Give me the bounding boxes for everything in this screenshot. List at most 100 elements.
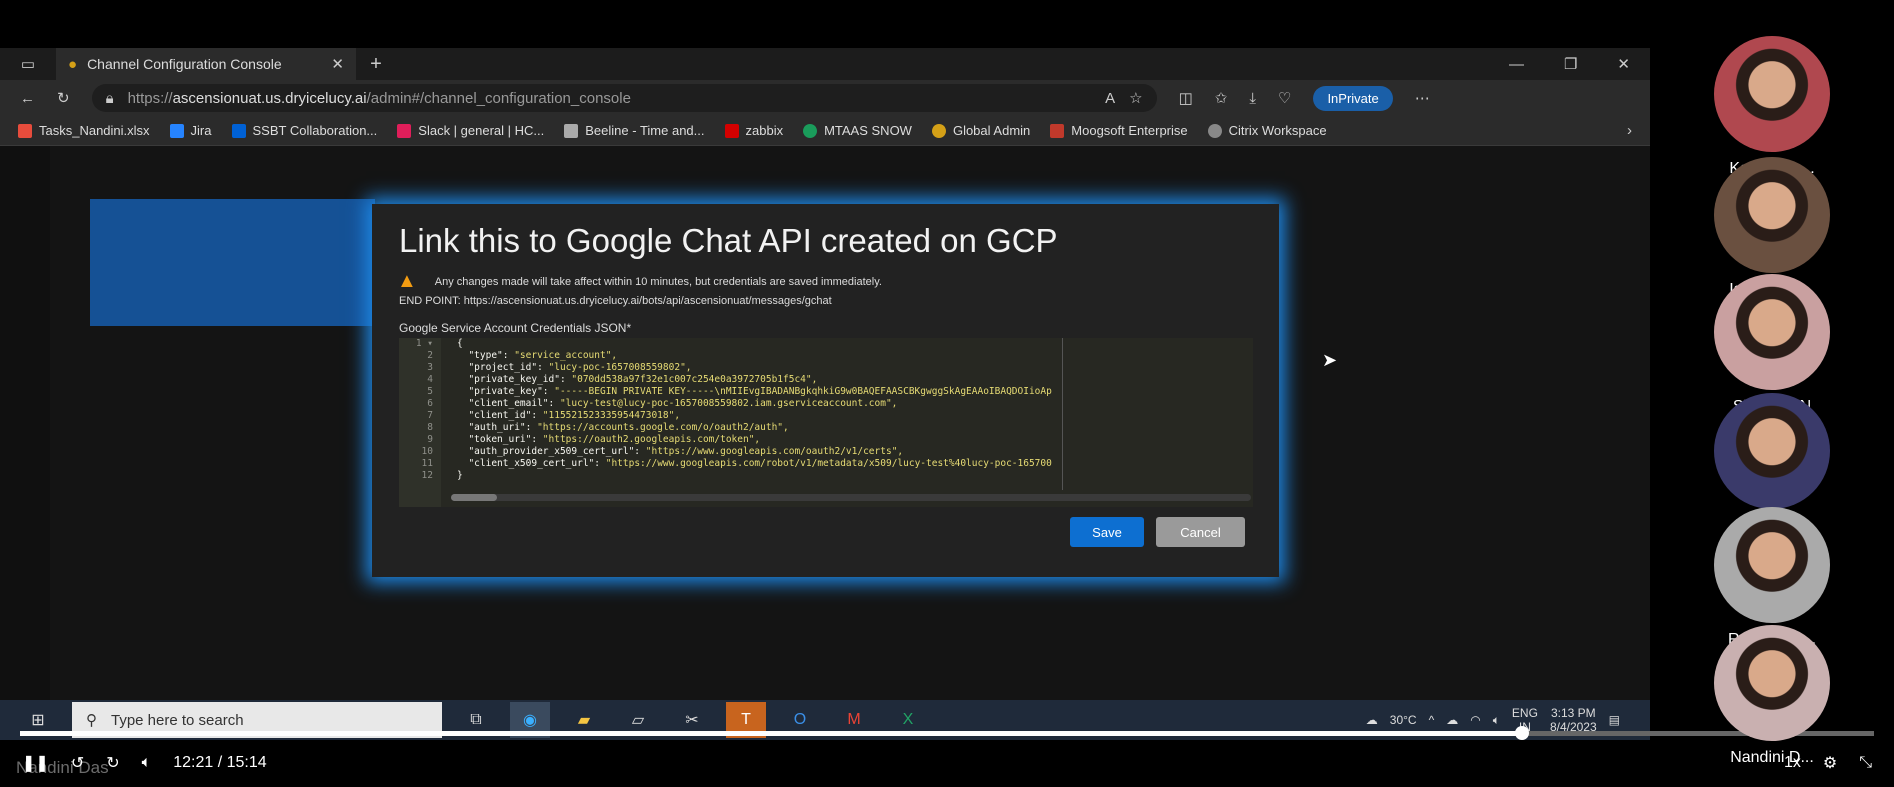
bookmark-label: Beeline - Time and...	[585, 123, 705, 138]
participant-avatar	[1714, 157, 1830, 273]
bookmark-slack[interactable]: Slack | general | HC...	[397, 123, 544, 138]
new-tab-icon[interactable]: +	[356, 53, 396, 76]
clock-time: 3:13 PM	[1550, 706, 1596, 720]
line-number: 7	[427, 410, 433, 421]
beeline-icon	[564, 123, 579, 138]
cancel-button[interactable]: Cancel	[1156, 517, 1245, 547]
mouse-cursor-icon: ➤	[1322, 350, 1338, 370]
bookmark-label: MTAAS SNOW	[824, 123, 912, 138]
network-icon[interactable]: ◠	[1470, 713, 1480, 727]
progress-knob[interactable]	[1514, 726, 1529, 740]
bookmark-label: zabbix	[745, 123, 784, 138]
address-bar[interactable]: 🔒︎ https://ascensionuat.us.dryicelucy.ai…	[91, 84, 1157, 112]
bookmark-label: Citrix Workspace	[1228, 123, 1327, 138]
back-icon[interactable]: ←	[20, 90, 35, 107]
code-line: "private_key_id": "070dd538a97f32e1c007c…	[457, 374, 818, 385]
lock-icon[interactable]: 🔒︎	[106, 90, 114, 107]
forward-10-icon[interactable]: ↻	[106, 753, 119, 773]
credentials-json-editor[interactable]: 1 ▾ 2 3 4 5 6 7 8 9 10 11 12 { "type": "service_acc…	[399, 338, 1253, 507]
health-icon[interactable]: ♡	[1278, 89, 1291, 107]
bookmark-ssbt[interactable]: SSBT Collaboration...	[231, 123, 378, 138]
tab-channel-configuration[interactable]: ● Channel Configuration Console ✕	[56, 48, 356, 80]
tab-actions-icon[interactable]: ▭	[0, 55, 56, 73]
player-controls: ❚❚ ↺ ↻ 🔈︎ 12:21 / 15:14 1x ⚙ ⤡	[0, 748, 1894, 778]
onedrive-icon[interactable]: ☁	[1446, 713, 1458, 727]
volume-icon[interactable]: 🔈︎	[1493, 713, 1500, 728]
participant-name: Nandini D...	[1730, 749, 1814, 766]
box-icon	[231, 123, 246, 138]
close-tab-icon[interactable]: ✕	[331, 55, 344, 73]
bookmark-label: Slack | general | HC...	[418, 123, 545, 138]
downloads-icon[interactable]: ⤓	[1249, 90, 1256, 107]
read-aloud-icon[interactable]: A	[1105, 90, 1115, 107]
url-path: /admin#/channel_configuration_console	[366, 89, 631, 107]
jira-icon	[169, 123, 184, 138]
pause-icon[interactable]: ❚❚	[22, 753, 49, 773]
warning-text: Any changes made will take affect within…	[434, 275, 882, 288]
lucy-favicon-icon: ●	[68, 55, 78, 73]
bookmark-tasks[interactable]: Tasks_Nandini.xlsx	[18, 123, 150, 138]
minimize-icon[interactable]: —	[1509, 55, 1524, 73]
code-line: "token_uri": "https://oauth2.googleapis.…	[457, 434, 761, 445]
bookmark-label: Tasks_Nandini.xlsx	[39, 123, 150, 138]
horizontal-scrollbar[interactable]	[451, 494, 1251, 501]
favorites-icon[interactable]: ✩	[1215, 89, 1228, 107]
bookmark-label: SSBT Collaboration...	[252, 123, 378, 138]
participant-avatar	[1714, 393, 1830, 509]
line-number: 9	[427, 434, 433, 445]
line-number: 10	[421, 446, 433, 457]
lucy-icon	[931, 123, 946, 138]
restore-icon[interactable]: ❐	[1564, 55, 1577, 73]
inprivate-badge[interactable]: InPrivate	[1313, 85, 1393, 111]
time-display: 12:21 / 15:14	[173, 754, 267, 771]
video-progress-bar[interactable]	[20, 726, 1874, 740]
bookmark-global-admin[interactable]: Global Admin	[931, 123, 1031, 138]
volume-icon[interactable]: 🔈︎	[142, 754, 152, 772]
line-number: 11	[421, 458, 433, 469]
code-line: "project_id": "lucy-poc-1657008559802",	[457, 362, 692, 373]
url-text: https://ascensionuat.us.dryicelucy.ai/ad…	[128, 90, 631, 107]
moogsoft-icon	[1050, 123, 1065, 138]
system-tray: ☁30°C ^ ☁ ◠ 🔈︎ ENGIN 3:13 PM8/4/2023 ▤	[1366, 706, 1650, 734]
weather-temp[interactable]: 30°C	[1390, 713, 1417, 727]
more-menu-icon[interactable]: ⋯	[1415, 89, 1430, 107]
refresh-icon[interactable]: ↻	[57, 89, 70, 107]
code-line: "auth_provider_x509_cert_url": "https://…	[457, 446, 904, 457]
slack-icon	[397, 123, 412, 138]
channel-card	[90, 199, 375, 326]
code-line: "client_id": "115521523335954473018",	[457, 410, 681, 421]
save-button[interactable]: Save	[1070, 517, 1144, 547]
bookmark-jira[interactable]: Jira	[169, 123, 212, 138]
code-line: }	[457, 470, 463, 481]
scrollbar-thumb[interactable]	[451, 494, 497, 501]
bookmark-zabbix[interactable]: zabbix	[724, 123, 784, 138]
dialog-title: Link this to Google Chat API created on …	[399, 222, 1058, 259]
participant-avatar	[1714, 274, 1830, 390]
line-number: 4	[427, 374, 433, 385]
bookmark-label: Global Admin	[952, 123, 1031, 138]
url-prefix: https://	[127, 89, 173, 107]
clock[interactable]: 3:13 PM 8/4/2023	[1550, 706, 1597, 734]
code-line: "client_email": "lucy-test@lucy-poc-1657…	[457, 398, 898, 409]
weather-icon[interactable]: ☁	[1366, 713, 1378, 727]
bookmark-moogsoft[interactable]: Moogsoft Enterprise	[1050, 123, 1188, 138]
rewind-10-icon[interactable]: ↺	[71, 753, 84, 773]
favorite-star-icon[interactable]: ☆	[1129, 89, 1142, 107]
bookmark-mtaas[interactable]: MTAAS SNOW	[803, 123, 912, 138]
bookmark-citrix[interactable]: Citrix Workspace	[1207, 123, 1327, 138]
search-placeholder: Type here to search	[111, 711, 244, 729]
code-content[interactable]: { "type": "service_account", "project_id…	[457, 338, 1247, 482]
bookmarks-bar: Tasks_Nandini.xlsx Jira SSBT Collaborati…	[0, 116, 1650, 146]
more-bookmarks-chevron-icon[interactable]: ›	[1627, 122, 1632, 139]
line-number: 6	[427, 398, 433, 409]
notifications-icon[interactable]: ▤	[1609, 713, 1620, 727]
bookmark-beeline[interactable]: Beeline - Time and...	[564, 123, 705, 138]
show-hidden-icons[interactable]: ^	[1429, 713, 1435, 727]
line-number: 2	[427, 350, 433, 361]
line-number: 1 ▾	[415, 338, 433, 349]
split-screen-icon[interactable]: ◫	[1179, 89, 1193, 107]
participant-tile[interactable]: Nandini D...	[1650, 625, 1894, 767]
code-line: "type": "service_account",	[457, 350, 618, 361]
close-window-icon[interactable]: ✕	[1617, 55, 1630, 73]
bookmark-label: Moogsoft Enterprise	[1071, 123, 1188, 138]
